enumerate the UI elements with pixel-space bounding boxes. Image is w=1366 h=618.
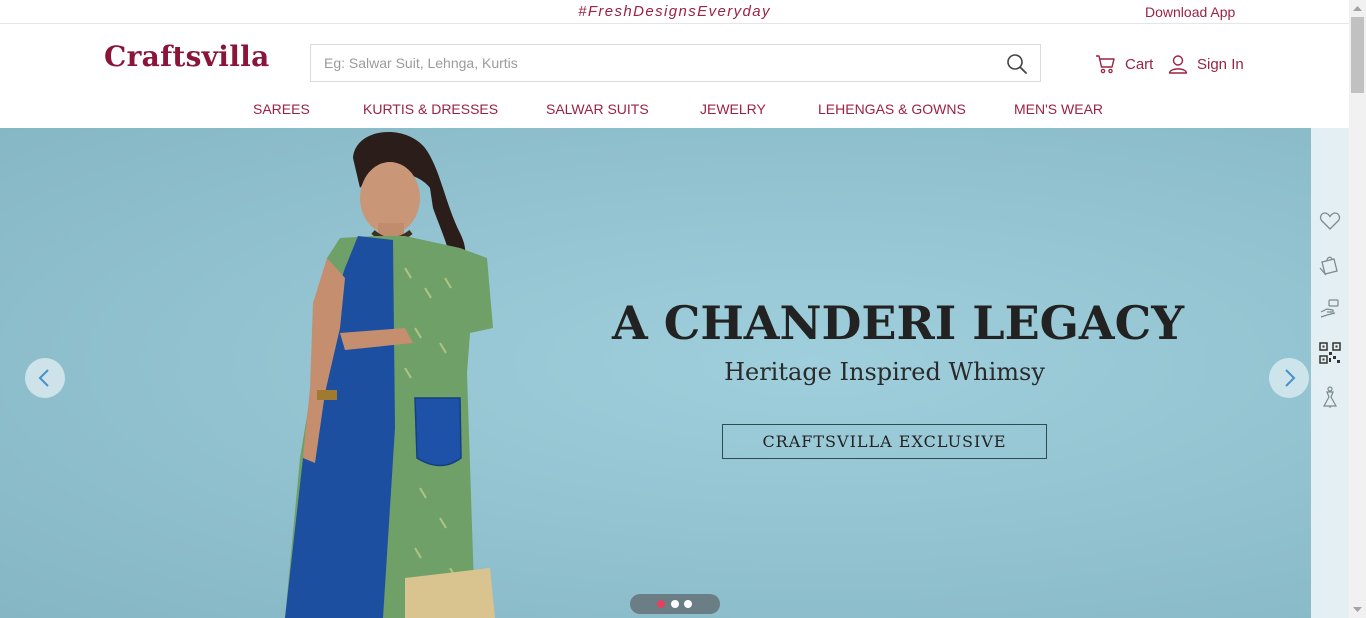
scrollbar-thumb[interactable]	[1351, 17, 1364, 93]
scroll-up-button[interactable]	[1349, 0, 1366, 17]
triangle-down-icon	[1353, 607, 1362, 612]
search-button[interactable]	[1006, 53, 1028, 75]
carousel-dot-1[interactable]	[657, 600, 665, 608]
dress-form-icon	[1322, 386, 1338, 408]
carousel-indicator	[630, 594, 720, 614]
sign-in-button[interactable]: Sign In	[1168, 52, 1244, 76]
search-box	[310, 44, 1041, 82]
cart-label: Cart	[1125, 55, 1154, 73]
nav-item-lehengas-gowns[interactable]: LEHENGAS & GOWNS	[818, 101, 966, 117]
hero-title: A CHANDERI LEGACY	[612, 296, 1185, 350]
brand-logo[interactable]: Craftsvilla	[104, 40, 270, 73]
hero-subtitle: Heritage Inspired Whimsy	[724, 358, 1045, 386]
page: #FreshDesignsEveryday Download App Craft…	[0, 0, 1366, 618]
nav-item-jewelry[interactable]: JEWELRY	[700, 101, 766, 117]
carousel-next-button[interactable]	[1269, 358, 1309, 398]
sign-in-label: Sign In	[1197, 55, 1244, 73]
gift-bag-icon	[1319, 256, 1338, 276]
cart-button[interactable]: Cart	[1095, 52, 1153, 76]
offers-button[interactable]	[1319, 298, 1341, 320]
heart-icon	[1319, 212, 1341, 230]
quick-action-rail	[1311, 128, 1349, 618]
qr-code-icon	[1319, 342, 1341, 364]
search-input[interactable]	[311, 45, 1001, 81]
hand-coin-icon	[1320, 299, 1339, 318]
chevron-left-icon	[38, 369, 49, 387]
download-app-link[interactable]: Download App	[1145, 4, 1235, 20]
gift-bag-button[interactable]	[1319, 254, 1341, 276]
carousel-dot-2[interactable]	[671, 600, 679, 608]
search-icon	[1007, 54, 1027, 74]
page-scrollbar[interactable]	[1349, 0, 1366, 618]
hero-banner[interactable]: A CHANDERI LEGACY Heritage Inspired Whim…	[0, 128, 1311, 618]
model-figure	[285, 131, 495, 618]
nav-item-mens-wear[interactable]: MEN'S WEAR	[1014, 101, 1103, 117]
site-header: Craftsvilla Cart Sign In	[0, 24, 1349, 128]
user-icon	[1168, 55, 1188, 74]
tailoring-button[interactable]	[1319, 386, 1341, 408]
nav-item-sarees[interactable]: SAREES	[253, 101, 310, 117]
top-strip: #FreshDesignsEveryday Download App	[0, 0, 1349, 24]
triangle-up-icon	[1353, 6, 1362, 11]
cart-icon	[1096, 55, 1115, 74]
scroll-down-button[interactable]	[1349, 601, 1366, 618]
chevron-right-icon	[1285, 369, 1296, 387]
wishlist-button[interactable]	[1319, 210, 1341, 232]
nav-item-kurtis-dresses[interactable]: KURTIS & DRESSES	[363, 101, 498, 117]
carousel-prev-button[interactable]	[25, 358, 65, 398]
category-nav: SAREES KURTIS & DRESSES SALWAR SUITS JEW…	[0, 101, 1349, 119]
carousel-dot-3[interactable]	[684, 600, 692, 608]
nav-item-salwar-suits[interactable]: SALWAR SUITS	[546, 101, 649, 117]
qr-code-button[interactable]	[1319, 342, 1341, 364]
exclusive-badge[interactable]: CRAFTSVILLA EXCLUSIVE	[722, 424, 1047, 459]
